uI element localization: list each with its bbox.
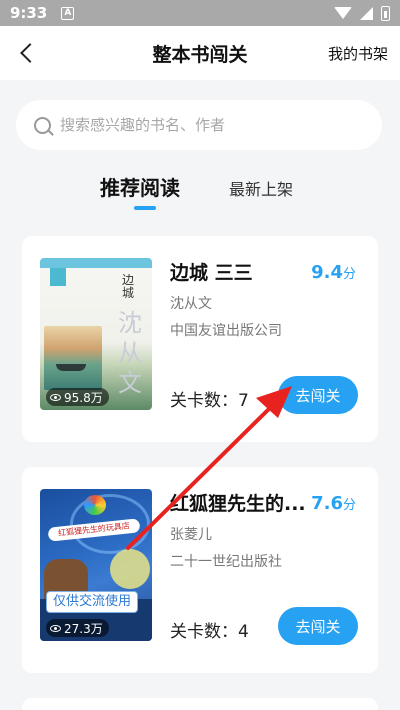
book-title: 红狐狸先生的... [170, 493, 306, 515]
search-icon [34, 116, 51, 134]
level-count: 关卡数：7 [170, 391, 249, 411]
main-content: 推荐阅读 最新上架 边城 沈从文 95.8万 边城 三三 9.4分 沈从文 中国… [0, 80, 400, 710]
book-publisher: 中国友谊出版公司 [170, 323, 282, 339]
watermark-tag: 仅供交流使用 [46, 591, 138, 613]
book-author: 沈从文 [170, 296, 212, 312]
book-card[interactable]: 边城 沈从文 95.8万 边城 三三 9.4分 沈从文 中国友谊出版公司 关卡数… [22, 236, 378, 442]
book-cover[interactable]: 边城 沈从文 95.8万 [40, 258, 152, 410]
chevron-left-icon [20, 43, 40, 63]
start-challenge-button[interactable]: 去闯关 [278, 607, 358, 645]
cover-title: 边城 [122, 273, 135, 300]
book-card[interactable] [22, 698, 378, 710]
book-rating: 9.4分 [311, 262, 356, 283]
wifi-icon [334, 7, 352, 19]
my-bookshelf-link[interactable]: 我的书架 [328, 43, 388, 64]
eye-icon [50, 393, 61, 401]
book-author: 张菱儿 [170, 527, 212, 543]
publisher-logo-icon [84, 495, 106, 515]
book-cover[interactable]: 红狐狸先生的玩具店 仅供交流使用 27.3万 [40, 489, 152, 641]
views-badge: 27.3万 [46, 619, 109, 637]
start-challenge-button[interactable]: 去闯关 [278, 376, 358, 414]
eye-icon [50, 624, 61, 632]
back-button[interactable] [12, 38, 42, 68]
notification-a-icon: A [61, 6, 75, 20]
book-publisher: 二十一世纪出版社 [170, 554, 282, 570]
battery-icon [381, 5, 390, 21]
page-title: 整本书闯关 [152, 43, 248, 66]
search-input[interactable] [60, 116, 360, 134]
nav-bar: 整本书闯关 我的书架 [0, 26, 400, 80]
signal-icon [360, 6, 373, 20]
active-tab-indicator [134, 206, 156, 210]
status-bar: 9:33 A [0, 0, 400, 26]
book-title: 边城 三三 [170, 262, 253, 284]
tab-latest[interactable]: 最新上架 [229, 176, 293, 200]
book-card[interactable]: 红狐狸先生的玩具店 仅供交流使用 27.3万 红狐狸先生的... 7.6分 张菱… [22, 467, 378, 673]
status-time: 9:33 [10, 4, 48, 22]
status-icons [334, 5, 390, 21]
tab-bar: 推荐阅读 最新上架 [0, 172, 400, 212]
search-bar[interactable] [16, 100, 382, 150]
cover-author-art: 沈从文 [118, 309, 142, 397]
level-count: 关卡数：4 [170, 622, 249, 642]
views-badge: 95.8万 [46, 388, 109, 406]
tab-recommended[interactable]: 推荐阅读 [100, 172, 180, 201]
views-count: 27.3万 [64, 621, 103, 636]
book-rating: 7.6分 [311, 493, 356, 514]
views-count: 95.8万 [64, 390, 103, 405]
